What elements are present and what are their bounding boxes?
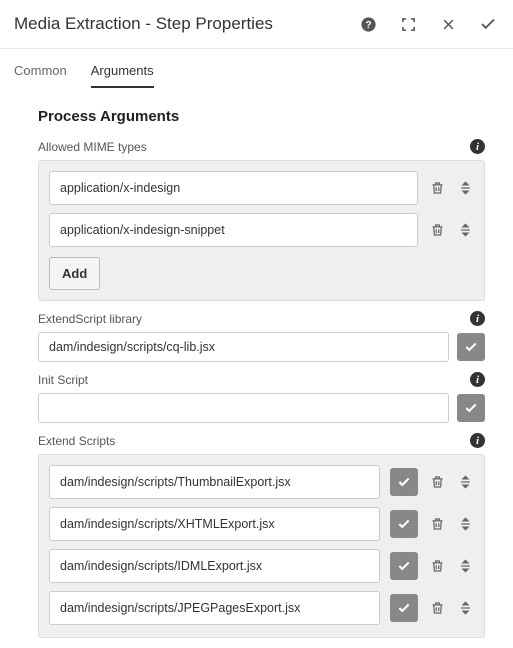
info-icon[interactable]: i [470, 433, 485, 448]
checkbox-icon[interactable] [390, 468, 418, 496]
list-item [49, 507, 474, 541]
reorder-icon[interactable] [456, 473, 474, 491]
svg-text:?: ? [365, 20, 371, 31]
delete-icon[interactable] [428, 221, 446, 239]
list-item [49, 171, 474, 205]
list-item [49, 591, 474, 625]
fullscreen-icon[interactable] [399, 15, 417, 33]
extendscript-library-label: ExtendScript library [38, 312, 142, 326]
delete-icon[interactable] [428, 515, 446, 533]
close-icon[interactable] [439, 15, 457, 33]
delete-icon[interactable] [428, 473, 446, 491]
init-script-row [38, 393, 485, 423]
section-title: Process Arguments [38, 108, 485, 125]
mime-type-input[interactable] [49, 213, 418, 247]
delete-icon[interactable] [428, 557, 446, 575]
reorder-icon[interactable] [456, 221, 474, 239]
mime-types-panel: Add [38, 160, 485, 301]
checkbox-icon[interactable] [457, 333, 485, 361]
info-icon[interactable]: i [470, 139, 485, 154]
header-actions: ? [359, 15, 497, 33]
delete-icon[interactable] [428, 179, 446, 197]
mime-types-label: Allowed MIME types [38, 140, 147, 154]
checkbox-icon[interactable] [390, 552, 418, 580]
tab-common[interactable]: Common [14, 63, 67, 88]
confirm-icon[interactable] [479, 15, 497, 33]
checkbox-icon[interactable] [390, 594, 418, 622]
extend-script-input[interactable] [49, 591, 380, 625]
extend-script-input[interactable] [49, 549, 380, 583]
extend-script-input[interactable] [49, 465, 380, 499]
dialog-title: Media Extraction - Step Properties [14, 14, 273, 34]
tabs: Common Arguments [0, 49, 513, 88]
reorder-icon[interactable] [456, 557, 474, 575]
content-pane: Process Arguments Allowed MIME types i A… [0, 88, 513, 648]
help-icon[interactable]: ? [359, 15, 377, 33]
extendscript-library-input[interactable] [38, 332, 449, 362]
reorder-icon[interactable] [456, 179, 474, 197]
checkbox-icon[interactable] [390, 510, 418, 538]
add-button[interactable]: Add [49, 257, 100, 290]
reorder-icon[interactable] [456, 515, 474, 533]
tab-arguments[interactable]: Arguments [91, 63, 154, 88]
list-item [49, 465, 474, 499]
info-icon[interactable]: i [470, 311, 485, 326]
extend-scripts-label: Extend Scripts [38, 434, 115, 448]
dialog-header: Media Extraction - Step Properties ? [0, 0, 513, 49]
mime-type-input[interactable] [49, 171, 418, 205]
delete-icon[interactable] [428, 599, 446, 617]
list-item [49, 549, 474, 583]
init-script-input[interactable] [38, 393, 449, 423]
info-icon[interactable]: i [470, 372, 485, 387]
extend-script-input[interactable] [49, 507, 380, 541]
list-item [49, 213, 474, 247]
extendscript-library-row [38, 332, 485, 362]
extend-scripts-panel [38, 454, 485, 638]
checkbox-icon[interactable] [457, 394, 485, 422]
init-script-label: Init Script [38, 373, 88, 387]
reorder-icon[interactable] [456, 599, 474, 617]
